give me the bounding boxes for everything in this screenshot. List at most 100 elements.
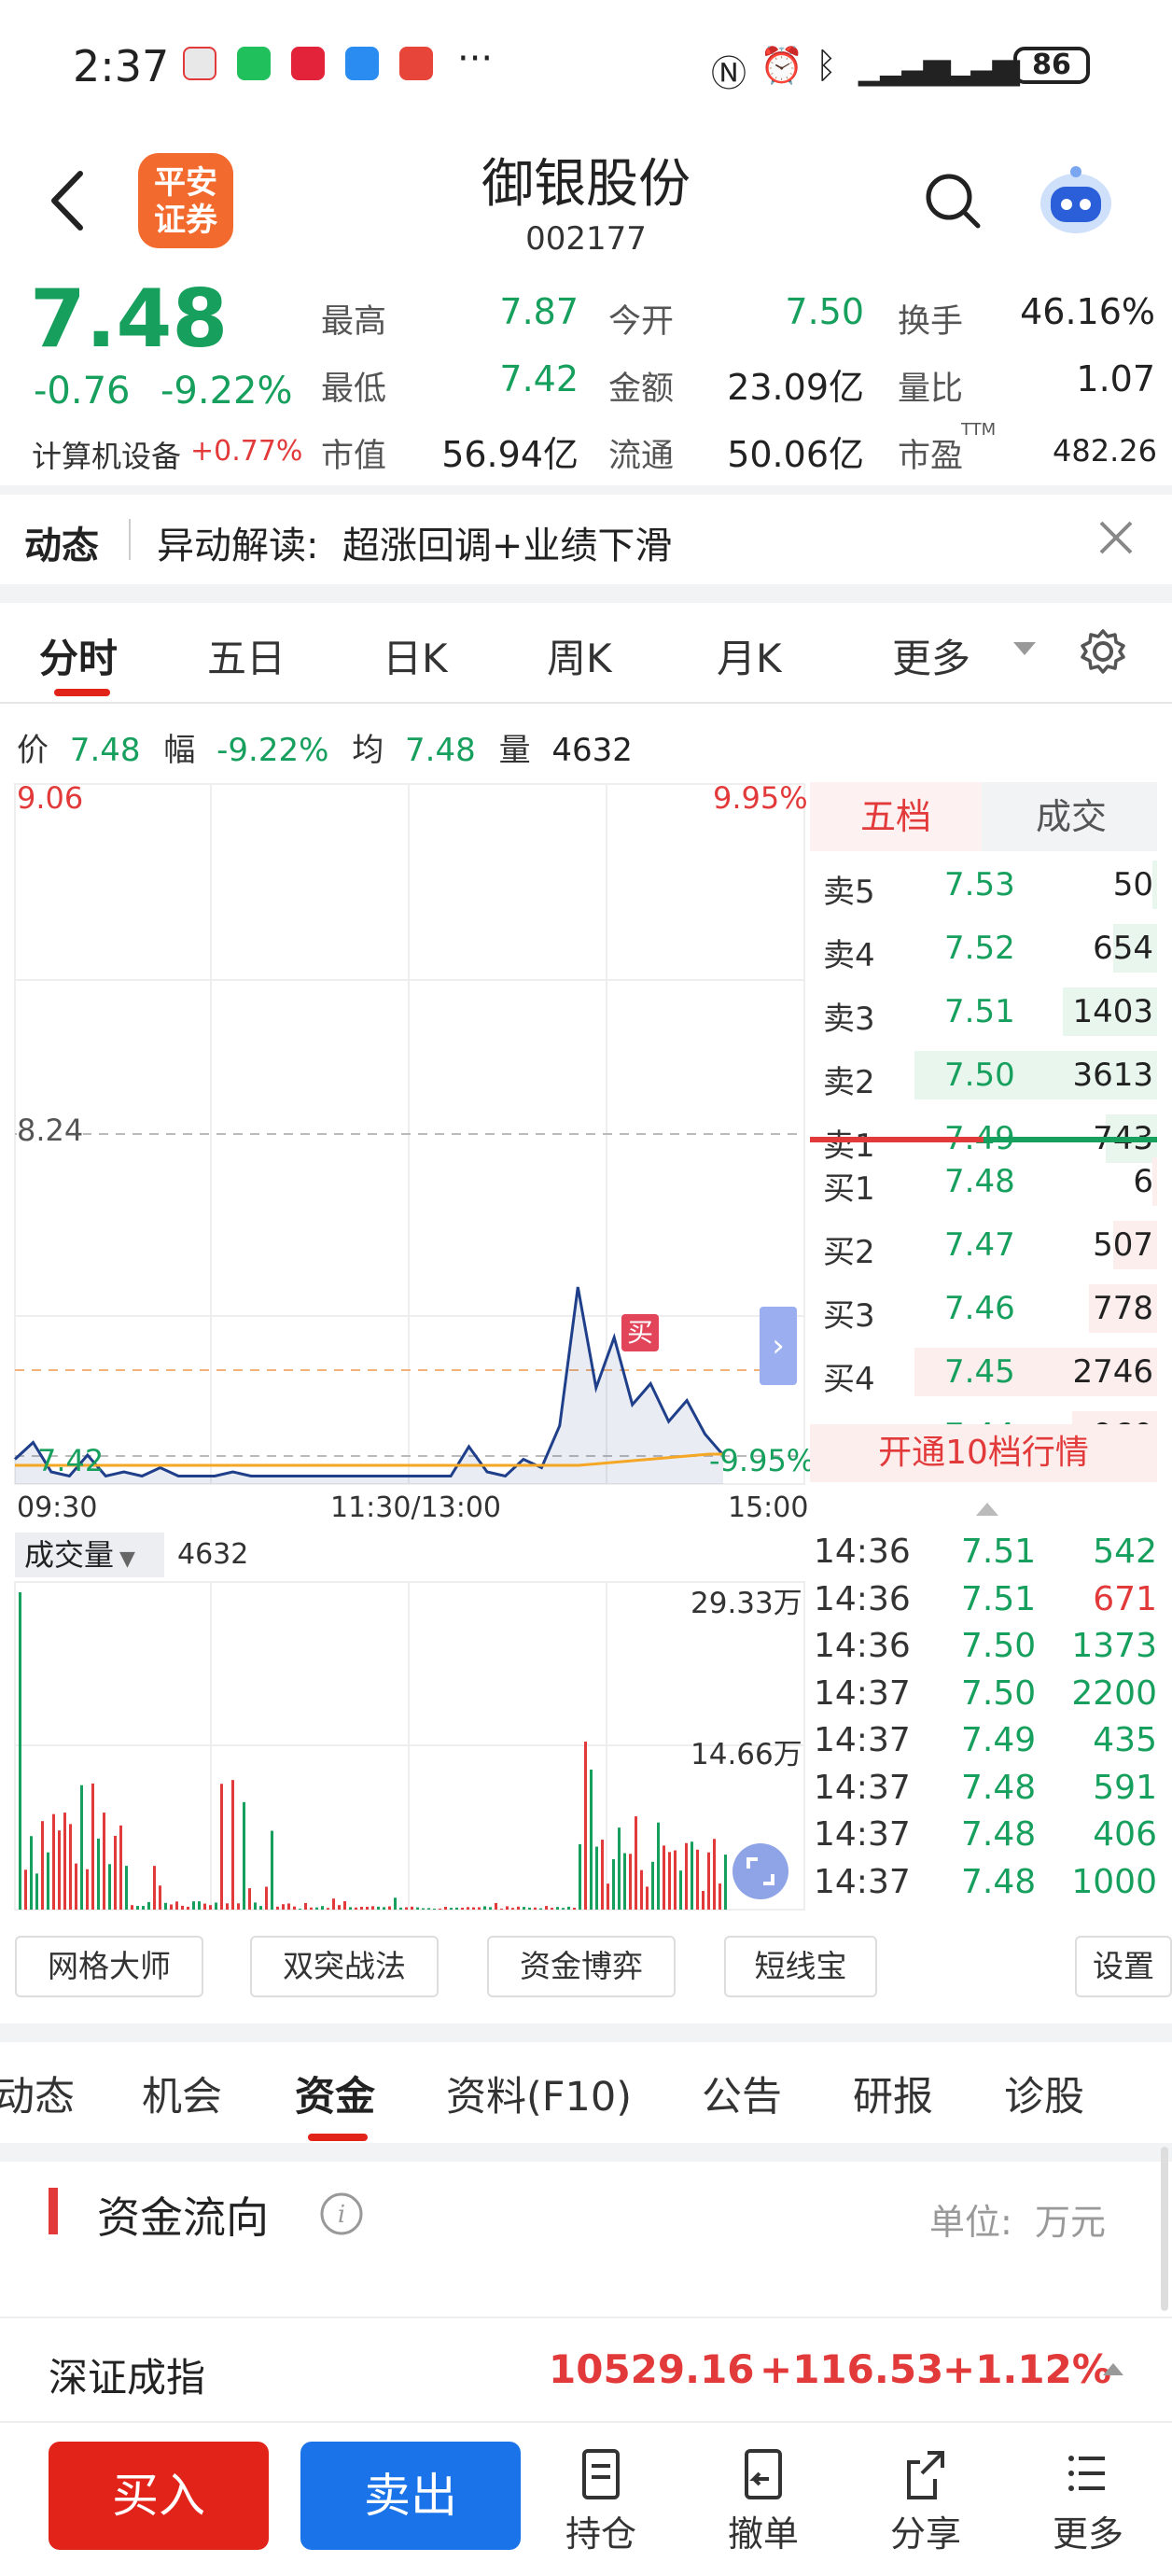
fullscreen-icon[interactable]	[732, 1842, 789, 1900]
trade-time: 14:37	[814, 1673, 911, 1713]
nav-share[interactable]: 分享	[870, 2445, 982, 2556]
buy-button[interactable]: 买入	[49, 2442, 269, 2550]
bid-level-row[interactable]: 买3 7.46 778	[810, 1281, 1157, 1337]
volume-bar	[86, 1869, 89, 1910]
trade-time: 14:36	[814, 1533, 911, 1571]
bid-vol: 507	[1093, 1226, 1153, 1264]
subtab-opportunity[interactable]: 机会	[142, 2065, 222, 2122]
float-value: 50.06亿	[727, 434, 864, 475]
buy-marker[interactable]: 买	[621, 1314, 659, 1351]
tab-more[interactable]: 更多	[892, 627, 970, 684]
chart-tabs: 分时 五日 日K 周K 月K 更多	[0, 603, 1172, 704]
subtab-f10[interactable]: 资料(F10)	[446, 2065, 632, 2122]
funds-unit: 单位: 万元	[929, 2202, 1106, 2243]
volume-bar	[209, 1905, 212, 1910]
bluetooth-icon: ᛒ	[816, 45, 837, 86]
tool-fund-game[interactable]: 资金博弈	[487, 1936, 676, 1997]
bid-level-row[interactable]: 买4 7.45 2746	[810, 1344, 1157, 1400]
index-value: 10529.16	[549, 2346, 755, 2392]
trade-volume: 591	[1093, 1768, 1157, 1807]
tab-intraday[interactable]: 分时	[39, 627, 118, 684]
tab-day-k[interactable]: 日K	[383, 627, 448, 684]
tool-short-line[interactable]: 短线宝	[724, 1936, 877, 1997]
nfc-icon: Ⓝ	[711, 53, 747, 94]
scrollbar[interactable]	[1161, 2147, 1168, 2311]
nav-positions[interactable]: 持仓	[545, 2445, 657, 2556]
pe-label: 市盈	[898, 438, 964, 475]
volume-bar	[478, 1907, 481, 1910]
subtab-funds[interactable]: 资金	[295, 2065, 375, 2122]
ask-level-row[interactable]: 卖3 7.51 1403	[810, 984, 1157, 1040]
trade-row: 14:36 7.51 542	[814, 1533, 1159, 1579]
book-icon	[399, 47, 433, 80]
caret-up-icon[interactable]	[976, 1503, 998, 1516]
tool-settings[interactable]: 设置	[1075, 1936, 1172, 1997]
index-ticker-bar[interactable]: 深证成指 10529.16 +116.53 +1.12%	[0, 2317, 1172, 2421]
trade-volume: 1373	[1071, 1627, 1157, 1665]
chevron-down-icon	[1013, 642, 1036, 655]
orderbook-tab-trades[interactable]: 成交	[985, 782, 1157, 851]
tool-grid-master[interactable]: 网格大师	[15, 1936, 203, 1997]
ask-level-row[interactable]: 卖4 7.52 654	[810, 920, 1157, 976]
info-icon[interactable]: i	[319, 2191, 364, 2236]
bid-level-row[interactable]: 买2 7.47 507	[810, 1217, 1157, 1273]
robot-assistant-icon[interactable]	[1034, 159, 1118, 243]
subtab-announcements[interactable]: 公告	[702, 2065, 782, 2122]
volume-bar	[483, 1906, 486, 1910]
volume-bar	[315, 1907, 318, 1910]
bid-vol: 2746	[1072, 1353, 1153, 1391]
alarm-icon: ⏰	[760, 45, 804, 86]
subtab-dynamic[interactable]: 动态	[0, 2065, 75, 2122]
sell-button[interactable]: 卖出	[300, 2442, 521, 2550]
orderbook-tab-five[interactable]: 五档	[810, 782, 982, 851]
trade-price: 7.48	[961, 1815, 1037, 1854]
expand-orderbook-button[interactable]: ›	[760, 1307, 797, 1385]
volume-selector[interactable]: 成交量 ▼	[15, 1533, 164, 1577]
volume-bar	[416, 1907, 419, 1910]
open-10-level-button[interactable]: 开通10档行情	[810, 1424, 1157, 1482]
tab-active-indicator	[54, 689, 110, 696]
nav-cancel-order[interactable]: 撤单	[707, 2445, 819, 2556]
ask-level-row[interactable]: 卖5 7.53 50	[810, 857, 1157, 913]
bid-level-row[interactable]: 买1 7.48 6	[810, 1154, 1157, 1210]
separator	[0, 584, 1172, 603]
ask-level-row[interactable]: 卖2 7.50 3613	[810, 1047, 1157, 1103]
volume-bar	[114, 1835, 117, 1910]
amount-value: 23.09亿	[727, 367, 864, 408]
search-icon[interactable]	[924, 172, 982, 230]
nav-more[interactable]: 更多	[1032, 2445, 1144, 2556]
volume-bar	[377, 1906, 380, 1910]
subtab-research[interactable]: 研报	[853, 2065, 933, 2122]
volume-bar	[646, 1886, 649, 1910]
nav-share-label: 分享	[889, 2513, 961, 2555]
volume-bar	[47, 1852, 49, 1910]
gear-icon[interactable]	[1079, 627, 1127, 676]
intraday-chart[interactable]: 9.06 9.95% 8.24 7.42 -9.95% 买 › 09:30 11…	[0, 775, 815, 1913]
volume-bar	[427, 1908, 430, 1910]
bid-vol: 6	[1133, 1163, 1153, 1200]
volume-bar	[237, 1903, 240, 1910]
bid-label: 买4	[823, 1361, 875, 1398]
volume-bar	[651, 1861, 654, 1910]
high-label: 最高	[321, 303, 387, 341]
dynamic-news-bar[interactable]: 动态 异动解读: 超涨回调+业绩下滑	[0, 495, 1172, 584]
volume-bar	[131, 1905, 133, 1910]
ask-vol: 654	[1093, 930, 1153, 967]
bid-vol: 778	[1093, 1290, 1153, 1327]
volume-bar	[80, 1785, 83, 1910]
mcap-value: 56.94亿	[441, 434, 579, 475]
tab-month-k[interactable]: 月K	[717, 627, 782, 684]
tab-five-day[interactable]: 五日	[207, 627, 286, 684]
index-change: +116.53	[760, 2346, 944, 2392]
volume-bar	[573, 1907, 576, 1910]
subtab-diagnosis[interactable]: 诊股	[1004, 2065, 1084, 2122]
separator	[0, 2143, 1172, 2162]
pe-value: 482.26	[1053, 433, 1157, 469]
tool-double-breakout[interactable]: 双突战法	[250, 1936, 439, 1997]
open-value: 7.50	[785, 291, 864, 332]
battery-icon: 86	[1013, 47, 1090, 84]
tab-week-k[interactable]: 周K	[547, 627, 612, 684]
trade-volume: 671	[1093, 1579, 1157, 1618]
close-icon[interactable]	[1097, 519, 1135, 556]
sector-name[interactable]: 计算机设备	[32, 433, 181, 476]
